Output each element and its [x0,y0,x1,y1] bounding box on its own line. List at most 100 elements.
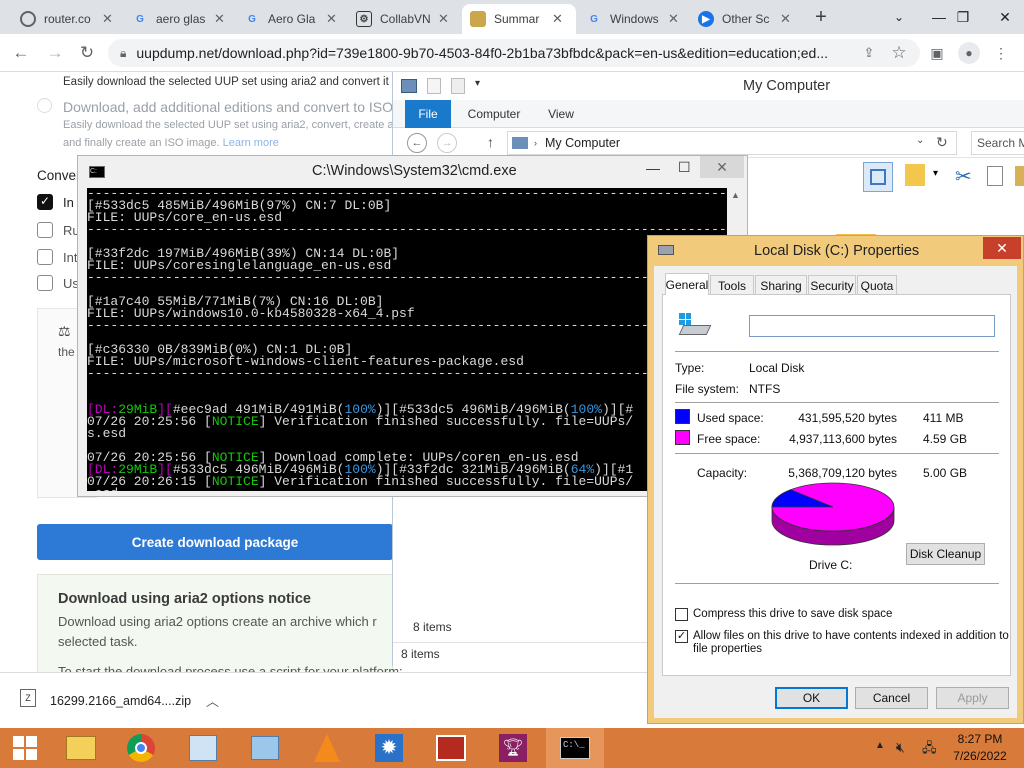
chevron-down-icon[interactable]: ⌄ [916,135,924,146]
network-icon[interactable]: 🖧 [922,739,937,761]
cut-icon[interactable]: ✂ [955,164,972,189]
close-window-button[interactable]: ✕ [982,0,1024,34]
ribbon-tab-view[interactable]: View [537,100,585,128]
clock-date[interactable]: 7/26/2022 [944,749,1016,763]
console-output[interactable]: ----------------------------------------… [87,188,727,491]
checkbox[interactable] [37,275,53,291]
new-folder-icon[interactable] [451,78,465,94]
learn-more-link[interactable]: Learn more [223,137,279,149]
chevron-up-icon[interactable]: ︿ [206,691,219,710]
tab-router[interactable]: router.co ✕ [12,4,122,34]
forward-icon[interactable]: → [44,42,66,64]
volume-muted-icon[interactable]: 🔇︎ [896,739,905,756]
tab-windows[interactable]: G Windows ✕ [578,4,688,34]
scroll-up-icon[interactable]: ▲ [731,190,740,200]
tab-collabvm[interactable]: ⚙ CollabVN ✕ [348,4,460,34]
console-text: NOTICE [211,474,259,489]
create-download-package-button[interactable]: Create download package [37,524,393,560]
apply-button[interactable]: Apply [936,687,1009,709]
close-icon[interactable]: ✕ [326,11,337,27]
checkbox[interactable] [37,222,53,238]
copy-icon[interactable] [987,166,1003,186]
close-dialog-button[interactable]: ✕ [983,237,1021,259]
volume-label-input[interactable] [749,315,995,337]
index-checkbox[interactable]: ✓ [675,630,688,643]
status-items-count: 8 items [401,647,440,661]
info-text: the [58,345,75,359]
minimize-button[interactable]: — [646,160,660,176]
tab-title: aero glas [156,12,206,26]
maximize-button[interactable]: ☐ [678,159,691,176]
close-icon[interactable]: ✕ [780,11,791,27]
url-text: uupdump.net/download.php?id=739e1800-9b7… [136,45,829,61]
compress-label: Compress this drive to save disk space [693,608,893,620]
tab-general[interactable]: General [665,273,709,295]
chevron-down-icon[interactable]: ▾ [933,168,938,179]
close-window-button[interactable]: ✕ [700,156,744,178]
tab-other[interactable]: ▶ Other Sc ✕ [690,4,802,34]
forward-arrow-icon[interactable]: → [437,133,457,153]
close-icon[interactable]: ✕ [668,11,679,27]
back-icon[interactable]: ← [10,42,32,64]
restore-button[interactable]: ❐ [940,0,986,34]
refresh-icon[interactable]: ↻ [936,134,948,151]
show-hidden-icons[interactable]: ▲ [875,740,885,751]
tab-tools[interactable]: Tools [710,275,754,295]
properties-icon[interactable] [427,78,441,94]
compress-checkbox[interactable] [675,608,688,621]
checkbox[interactable] [37,249,53,265]
taskbar-chrome[interactable] [112,728,170,768]
profile-avatar-icon[interactable]: ● [958,42,980,64]
folder-icon[interactable] [905,164,925,186]
share-icon[interactable]: ⇪ [858,42,880,64]
ok-button[interactable]: OK [775,687,848,709]
taskbar-news[interactable] [422,728,480,768]
tab-security[interactable]: Security [808,275,856,295]
taskbar-task-manager[interactable] [174,728,232,768]
explorer-address-bar[interactable]: › My Computer ⌄ [507,131,957,155]
paste-icon[interactable] [1015,166,1024,186]
start-button[interactable] [0,728,50,768]
notice-text: To start the download process use a scri… [58,664,403,672]
bookmark-star-icon[interactable]: ☆ [888,42,910,64]
address-bar[interactable]: 🔒︎ uupdump.net/download.php?id=739e1800-… [108,39,920,67]
tab-quota[interactable]: Quota [857,275,897,295]
customize-qat-icon[interactable]: ▾ [475,78,480,89]
clock-time[interactable]: 8:27 PM [944,732,1016,746]
navigation-pane-icon[interactable] [863,162,893,192]
taskbar-settings[interactable]: ✹ [360,728,418,768]
close-icon[interactable]: ✕ [102,11,113,27]
chrome-icon [127,734,155,762]
tab-aero-glass[interactable]: G aero glas ✕ [124,4,234,34]
taskbar-trophy[interactable]: 🏆︎ [484,728,542,768]
cancel-button[interactable]: Cancel [855,687,928,709]
back-arrow-icon[interactable]: ← [407,133,427,153]
disk-cleanup-button[interactable]: Disk Cleanup [906,543,985,565]
tab-summary[interactable]: Summar ✕ [462,4,576,34]
reload-icon[interactable]: ↻ [76,42,98,64]
checkbox-label: In [63,195,74,210]
close-icon[interactable]: ✕ [214,11,225,27]
new-tab-button[interactable]: + [808,4,834,30]
menu-kebab-icon[interactable]: ⋮ [990,42,1012,64]
tab-title: Summar [494,12,540,26]
close-icon[interactable]: ✕ [438,11,449,27]
close-icon[interactable]: ✕ [552,11,563,27]
index-label: Allow files on this drive to have conten… [693,630,1009,642]
side-panel-icon[interactable]: ▣ [926,42,948,64]
up-arrow-icon[interactable]: ↑ [487,134,494,150]
tab-sharing[interactable]: Sharing [755,275,807,295]
ribbon-tab-file[interactable]: File [405,100,451,128]
option-radio[interactable] [37,98,52,113]
dialog-body: General Tools Sharing Security Quota Typ… [654,266,1017,718]
console-text: NOTICE [211,414,259,429]
tab-aero-glass-2[interactable]: G Aero Gla ✕ [236,4,346,34]
explorer-search-input[interactable]: Search M [971,131,1024,155]
checkbox[interactable]: ✓ [37,194,53,210]
download-filename[interactable]: 16299.2166_amd64....zip [50,694,191,708]
taskbar-control-panel[interactable] [236,728,294,768]
taskbar-cmd[interactable]: C:\_ [546,728,604,768]
taskbar-vlc[interactable] [298,728,356,768]
taskbar-file-explorer[interactable] [52,728,110,768]
ribbon-tab-computer[interactable]: Computer [461,100,527,128]
